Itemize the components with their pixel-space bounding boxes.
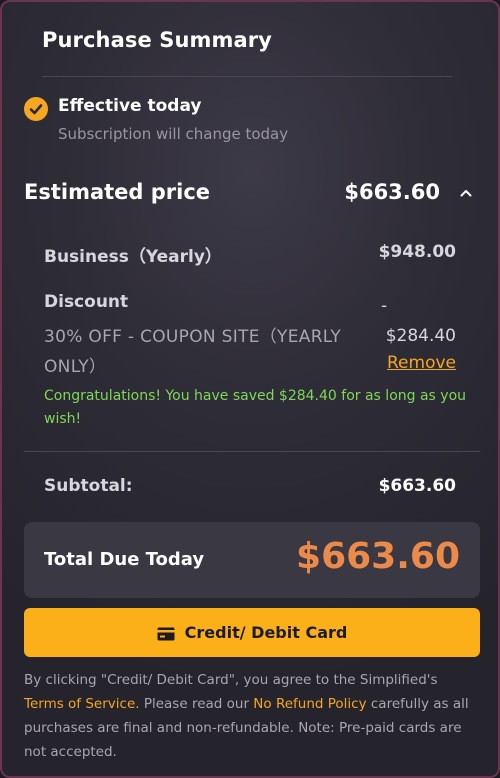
credit-debit-card-button[interactable]: Credit/ Debit Card [24,608,480,657]
subtotal-label: Subtotal: [44,476,133,496]
discount-minus-sign: - [381,296,388,316]
credit-card-icon [157,626,175,640]
divider [42,76,452,77]
discount-label: Discount [44,292,129,312]
legal-text: Please read our [139,696,254,712]
check-circle-icon [24,97,48,121]
total-due-box: Total Due Today $663.60 [24,522,480,598]
legal-notice: By clicking "Credit/ Debit Card", you ag… [24,668,482,764]
terms-of-service-link[interactable]: Terms of Service. [24,696,140,712]
total-due-label: Total Due Today [44,549,205,570]
total-due-value: $663.60 [296,536,460,577]
no-refund-policy-link[interactable]: No Refund Policy [253,696,366,712]
remove-coupon-link[interactable]: Remove [387,353,456,373]
estimated-price-label: Estimated price [24,180,211,204]
divider [24,451,480,452]
coupon-description: 30% OFF - COUPON SITE（YEARLY ONLY） [44,327,342,377]
effective-title: Effective today [58,96,202,116]
savings-message: Congratulations! You have saved $284.40 … [44,388,467,427]
panel-title: Purchase Summary [42,28,272,52]
purchase-summary-panel: Purchase Summary Effective today Subscri… [0,0,500,778]
legal-text: By clicking "Credit/ Debit Card", you ag… [24,672,438,688]
pay-button-label: Credit/ Debit Card [184,623,348,642]
discount-amount: $284.40 [385,326,456,346]
estimated-price-value: $663.60 [344,180,440,204]
subtotal-value: $663.60 [378,476,456,496]
effective-subtitle: Subscription will change today [58,125,289,143]
plan-price: $948.00 [378,242,456,262]
chevron-up-icon[interactable] [458,185,474,201]
plan-label: Business（Yearly） [44,247,222,267]
